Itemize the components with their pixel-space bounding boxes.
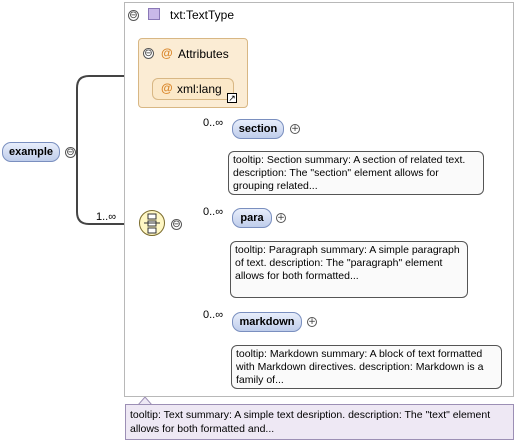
element-tooltip: tooltip: Markdown summary: A block of te… [231,345,502,389]
child-element-para[interactable]: para [232,208,272,228]
sequence-icon [144,213,160,234]
child-element-markdown[interactable]: markdown [232,312,302,332]
child-cardinality: 0..∞ [203,117,224,129]
attributes-title: Attributes [178,47,229,61]
attributes-collapse-toggle[interactable]: ⊖ [143,48,154,59]
type-name: txt:TextType [170,8,235,22]
type-tooltip: tooltip: Text summary: A simple text des… [125,404,514,440]
root-cardinality: 1..∞ [96,211,117,223]
child-cardinality: 0..∞ [203,309,224,321]
attribute-at-icon: @ [161,46,173,60]
attribute-name: xml:lang [177,82,222,96]
child-element-section[interactable]: section [232,119,284,139]
expand-plus-icon[interactable]: + [290,124,300,134]
root-collapse-toggle[interactable]: ⊖ [65,147,76,158]
root-element[interactable]: example [2,142,60,162]
expand-plus-icon[interactable]: + [307,317,317,327]
reference-arrow-icon: ↗ [227,93,237,103]
attribute-at-icon: @ [161,81,173,95]
expand-plus-icon[interactable]: + [276,213,286,223]
type-collapse-toggle[interactable]: ⊖ [128,10,139,21]
complex-type-icon [148,8,160,20]
element-tooltip: tooltip: Paragraph summary: A simple par… [230,241,468,298]
element-tooltip: tooltip: Section summary: A section of r… [228,151,484,195]
sequence-collapse-toggle[interactable]: ⊖ [171,219,182,230]
sequence-compositor[interactable] [139,210,165,236]
child-cardinality: 0..∞ [203,206,224,218]
